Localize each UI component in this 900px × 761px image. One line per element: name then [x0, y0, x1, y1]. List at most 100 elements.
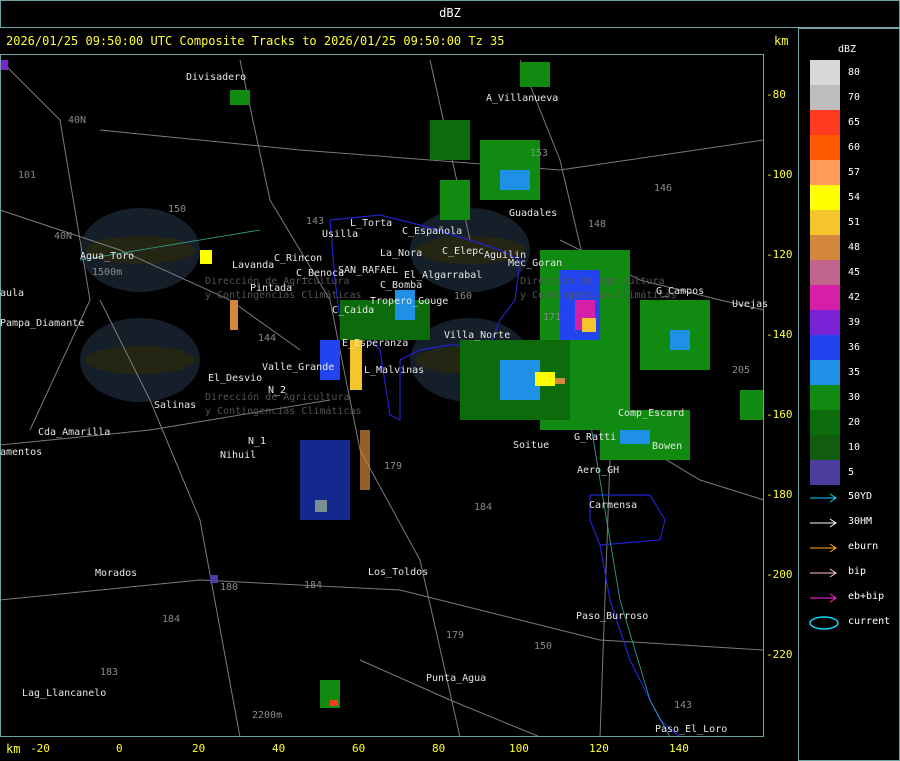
- legend-value: 42: [848, 292, 861, 303]
- road-network: [1, 59, 763, 736]
- legend-value: 80: [848, 67, 861, 78]
- place-label: Paso_El_Loro: [655, 724, 728, 735]
- place-label: Usilla: [322, 229, 359, 240]
- road-label: 179: [384, 461, 403, 472]
- road-label: 101: [18, 170, 37, 181]
- place-label: Mec_Goran: [508, 258, 563, 269]
- place-label: G_Campos: [656, 286, 705, 297]
- legend-swatch: [810, 310, 840, 335]
- x-unit-label: km: [6, 742, 21, 756]
- road-label: 146: [654, 183, 673, 194]
- legend-swatch: [810, 85, 840, 110]
- place-label: C_Elepc: [442, 246, 485, 257]
- legend-track-label: 50YD: [848, 491, 873, 502]
- legend-swatch: [810, 260, 840, 285]
- legend-swatch: [810, 285, 840, 310]
- x-tick: 120: [589, 742, 609, 755]
- legend-value: 51: [848, 217, 861, 228]
- legend-value: 39: [848, 317, 861, 328]
- road-label: 184: [474, 502, 493, 513]
- legend-value: 20: [848, 417, 861, 428]
- place-label: Cda_Amarilla: [38, 427, 111, 438]
- legend-track-label: eburn: [848, 541, 879, 552]
- road-label: 1500m: [92, 267, 123, 278]
- place-label: Aero_GH: [577, 465, 620, 476]
- place-label: Divisadero: [186, 72, 247, 83]
- place-label: L_Malvinas: [364, 365, 425, 376]
- place-label: Guadales: [509, 208, 558, 219]
- legend-swatch: [810, 435, 840, 460]
- place-label: Tropero_Gouge: [370, 296, 449, 307]
- road-label: 2200m: [252, 710, 283, 721]
- legend-value: 57: [848, 167, 861, 178]
- legend-track-label: eb+bip: [848, 591, 885, 602]
- legend-value: 65: [848, 117, 861, 128]
- legend-swatch: [810, 110, 840, 135]
- y-tick: -80: [766, 88, 786, 101]
- legend-value: 70: [848, 92, 861, 103]
- place-label: N_2: [268, 385, 287, 396]
- x-tick: -20: [30, 742, 50, 755]
- legend-title: dBZ: [838, 44, 857, 55]
- x-tick: 0: [116, 742, 123, 755]
- road-label: 184: [304, 580, 323, 591]
- place-label: C_Bomba: [380, 280, 423, 291]
- place-label: Paso_Burroso: [576, 611, 649, 622]
- legend-swatch: [810, 160, 840, 185]
- place-label: C_Rincon: [274, 253, 323, 264]
- legend-value: 60: [848, 142, 861, 153]
- legend-swatch: [810, 410, 840, 435]
- legend-swatch: [810, 60, 840, 85]
- place-label: Nihuil: [220, 450, 257, 461]
- place-label: amentos: [0, 447, 43, 458]
- legend-track-label: current: [848, 616, 891, 627]
- legend-swatch: [810, 385, 840, 410]
- road-label: 205: [732, 365, 751, 376]
- legend-swatch: [810, 185, 840, 210]
- road-label: 150: [534, 641, 553, 652]
- legend-value: 5: [848, 467, 855, 478]
- place-label: SAN_RAFAEL: [338, 265, 399, 276]
- x-tick: 140: [669, 742, 689, 755]
- road-label: 148: [588, 219, 607, 230]
- place-label: N_1: [248, 436, 267, 447]
- y-tick: -160: [766, 408, 793, 421]
- place-label: Lavanda: [232, 260, 275, 271]
- legend-swatch: [810, 210, 840, 235]
- track-arrow-icon: [810, 518, 837, 528]
- y-tick: -120: [766, 248, 793, 261]
- legend-swatch: [810, 360, 840, 385]
- legend-value: 45: [848, 267, 861, 278]
- y-tick: -100: [766, 168, 793, 181]
- legend-value: 54: [848, 192, 861, 203]
- legend-swatch: [810, 135, 840, 160]
- x-tick: 100: [509, 742, 529, 755]
- track-arrow-icon: [810, 543, 837, 553]
- place-label: A_Villanueva: [486, 93, 559, 104]
- road-label: 40N: [54, 231, 73, 242]
- place-label: C_Benoca: [296, 268, 345, 279]
- watermark-line1-c: Dirección de Agricultura: [520, 276, 665, 287]
- legend-value: 48: [848, 242, 861, 253]
- x-tick: 80: [432, 742, 446, 755]
- legend-value: 10: [848, 442, 861, 453]
- place-label: Pampa_Diamante: [0, 318, 85, 329]
- place-label: Los_Toldos: [368, 567, 429, 578]
- x-tick: 40: [272, 742, 286, 755]
- x-tick: 20: [192, 742, 206, 755]
- road-label: 171: [543, 312, 562, 323]
- x-tick: 60: [352, 742, 366, 755]
- place-label: Morados: [95, 568, 138, 579]
- road-label: 180: [220, 582, 239, 593]
- road-label: 160: [454, 291, 473, 302]
- legend-swatch: [810, 235, 840, 260]
- track-arrow-icon: [810, 493, 837, 503]
- road-label: 153: [530, 148, 549, 159]
- place-label: Valle_Grande: [262, 362, 335, 373]
- track-arrow-icon: [810, 568, 837, 578]
- watermark-line2-c: y Contingencias Climáticas: [520, 290, 677, 301]
- y-tick: -180: [766, 488, 793, 501]
- place-label: Uvejas: [732, 299, 769, 310]
- place-label: Bowen: [652, 441, 683, 452]
- place-label: C_Caida: [332, 305, 375, 316]
